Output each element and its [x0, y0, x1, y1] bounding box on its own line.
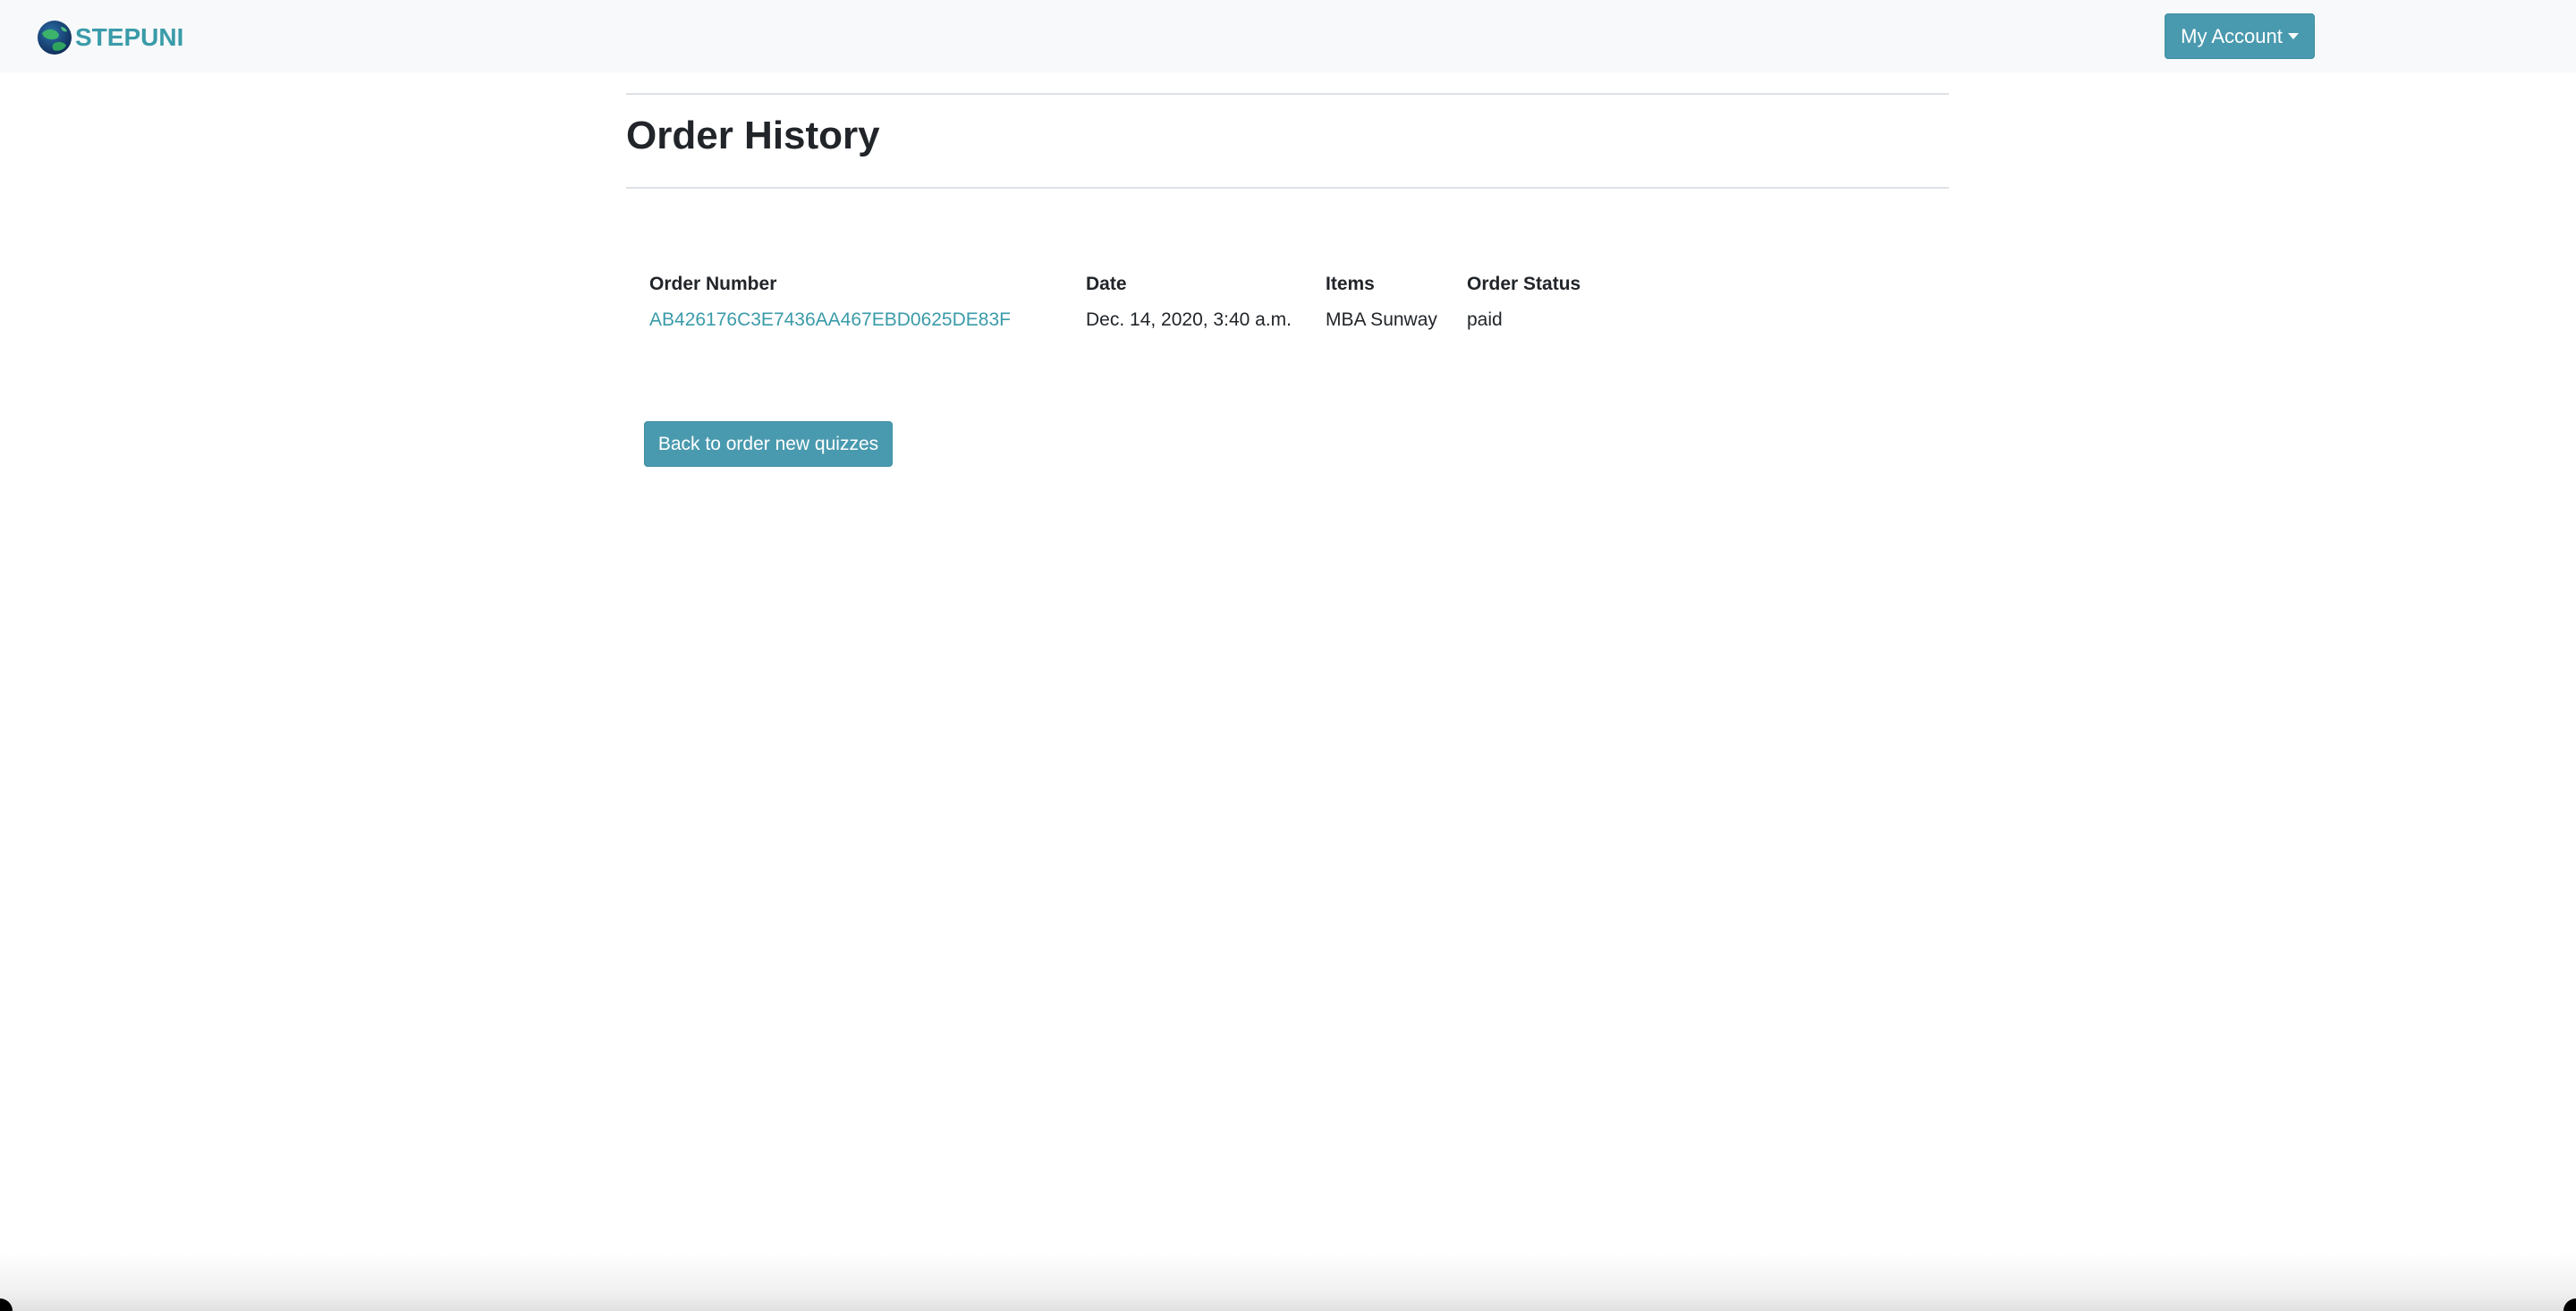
- order-history-table: Order Number Date Items Order Status AB4…: [649, 268, 1610, 340]
- brand-name: STEPUNI: [75, 23, 184, 51]
- column-header-date: Date: [1086, 274, 1127, 294]
- table-row: AB426176C3E7436AA467EBD0625DE83F Dec. 14…: [649, 300, 1610, 340]
- order-date-cell: Dec. 14, 2020, 3:40 a.m.: [1086, 309, 1292, 330]
- page-title: Order History: [626, 114, 880, 157]
- title-divider-bottom: [626, 187, 1949, 189]
- my-account-dropdown-button[interactable]: My Account: [2165, 13, 2315, 59]
- table-header-row: Order Number Date Items Order Status: [649, 268, 1610, 300]
- back-to-order-button[interactable]: Back to order new quizzes: [644, 421, 893, 467]
- order-status-cell: paid: [1467, 309, 1503, 330]
- order-number-cell: AB426176C3E7436AA467EBD0625DE83F: [649, 300, 1086, 340]
- caret-down-icon: [2287, 33, 2299, 39]
- globe-logo-icon: [38, 21, 72, 55]
- top-navbar: STEPUNI My Account: [0, 0, 2576, 72]
- column-header-order-status: Order Status: [1467, 274, 1581, 294]
- order-number-link[interactable]: AB426176C3E7436AA467EBD0625DE83F: [649, 309, 1011, 330]
- column-header-order-number: Order Number: [649, 274, 777, 294]
- title-divider-top: [626, 93, 1949, 95]
- my-account-label: My Account: [2181, 24, 2283, 47]
- column-header-items: Items: [1326, 274, 1375, 294]
- order-items-cell: MBA Sunway: [1326, 309, 1437, 330]
- brand-link[interactable]: STEPUNI: [37, 20, 183, 55]
- window-bottom-shadow: [0, 1252, 2576, 1311]
